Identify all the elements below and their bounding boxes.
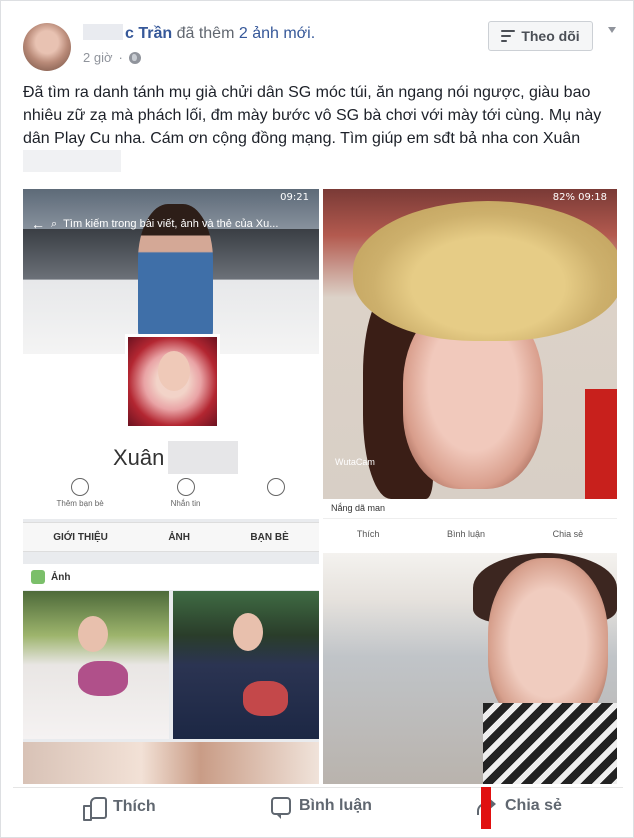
selfie-caption: Nắng dã man [323,499,617,519]
photo-right-bottom[interactable] [323,553,617,784]
follow-button[interactable]: Theo dõi [488,21,593,51]
photo-right-top[interactable]: 82% 09:18 WutaCam Nắng dã man Thích Bình… [323,189,617,549]
tab-about: GIỚI THIỆU [53,531,108,543]
like-button[interactable]: Thích [83,797,156,821]
author-name[interactable]: c Trần [125,25,172,42]
thumb-wedding [23,591,169,739]
add-friend-icon [71,478,90,496]
profile-face [158,351,190,391]
striped-shirt [483,703,617,784]
post-text: Đã tìm ra danh tánh mụ già chửi dân SG m… [23,81,619,175]
added-photos-link[interactable]: 2 ảnh mới. [239,25,315,42]
inner-share: Chia sẻ [552,529,584,539]
red-annotation-mark [481,787,491,829]
post-action: đã thêm [176,25,235,42]
phone-status-right: 82% 09:18 [552,192,607,203]
tab-friends: BẠN BÈ [250,531,289,543]
rss-follow-icon [501,30,516,42]
profile-actions: Thêm bạn bè Nhắn tin [23,474,319,519]
photos-icon [31,570,45,584]
more-options-icon[interactable] [605,27,619,37]
more-dots-icon [267,478,286,496]
phone-status-left: 09:21 [280,192,309,203]
photos-section-header: Ảnh [23,564,319,590]
profile-name: Xuân [113,441,239,475]
inner-comment: Bình luận [446,529,485,539]
message-action: Nhắn tin [171,478,200,508]
inner-like: Thích [356,529,380,539]
more-action [267,478,286,499]
back-arrow-icon: ← [31,216,45,232]
thumbs-up-icon [83,797,107,821]
comment-button[interactable]: Bình luận [271,797,372,819]
messenger-icon [176,478,195,496]
profile-picture [125,334,220,429]
photo-left[interactable]: 09:21 ← ⌕ Tìm kiếm trong bài viết, ảnh v… [23,189,319,784]
name-censor-blur [23,150,121,172]
fb-search-bar: ← ⌕ Tìm kiếm trong bài viết, ảnh và thẻ … [31,213,313,235]
thumb-row [23,742,319,784]
tab-photos: ẢNH [168,531,190,543]
comment-icon [271,797,291,819]
search-icon: ⌕ [51,217,58,230]
post-time[interactable]: 2 giờ [83,50,113,65]
public-globe-icon [128,51,141,64]
follow-label: Theo dõi [521,28,580,44]
post-meta: 2 giờ · [83,50,141,65]
author-avatar[interactable] [23,23,71,71]
post-actions-bar: Thích Bình luận Chia sẻ [1,791,634,831]
thumb-blue-dress [173,591,319,739]
profile-tabs: GIỚI THIỆU ẢNH BẠN BÈ [23,522,319,552]
red-decoration [585,389,617,499]
watermark: WutaCam [335,457,375,467]
search-placeholder: Tìm kiếm trong bài viết, ảnh và thẻ của … [63,218,279,230]
profile-name-blur [168,441,239,475]
name-blur [83,24,123,40]
author-line: c Trần đã thêm 2 ảnh mới. [83,24,315,43]
footer-divider [13,787,623,788]
feed-post: c Trần đã thêm 2 ảnh mới. 2 giờ · Theo d… [0,0,634,838]
selfie-actions: Thích Bình luận Chia sẻ [323,519,617,549]
straw-hat [353,201,617,341]
add-friend-action: Thêm bạn bè [57,478,104,508]
